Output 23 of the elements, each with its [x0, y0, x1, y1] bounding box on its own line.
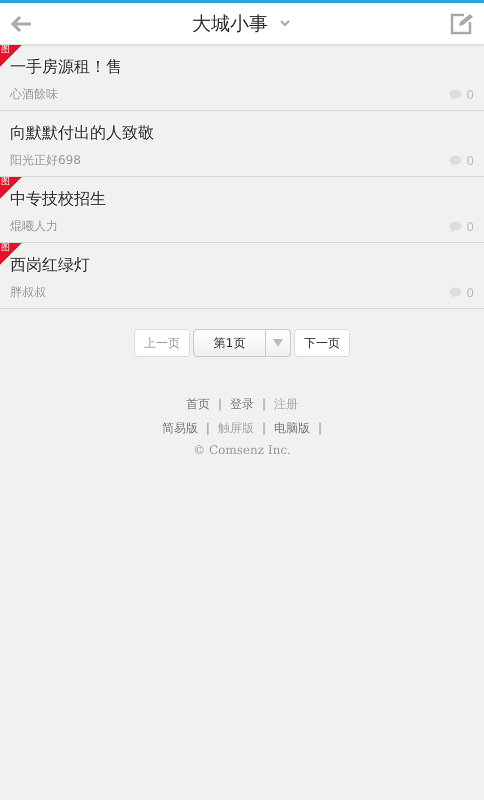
thread-author: 胖叔叔 [10, 284, 46, 301]
thread-author: 焜曦人力 [10, 218, 58, 235]
separator: | [262, 396, 266, 413]
thread-author: 心酒餘味 [10, 86, 58, 103]
separator: | [262, 420, 266, 437]
dropdown-icon [273, 339, 283, 347]
footer-link[interactable]: 简易版 [162, 419, 198, 437]
footer-link[interactable]: 首页 [186, 395, 210, 413]
page-select[interactable]: 第1页 [193, 329, 291, 357]
copyright-text: © Comsenz Inc. [193, 443, 291, 457]
footer-link[interactable]: 电脑版 [274, 419, 310, 437]
footer-link[interactable]: 登录 [230, 395, 254, 413]
compose-icon[interactable] [450, 12, 474, 34]
separator: | [218, 396, 222, 413]
separator: | [318, 420, 322, 437]
thread-author: 阳光正好698 [10, 152, 81, 169]
thread-title: 一手房源租！售 [10, 57, 123, 78]
thread-title: 向默默付出的人致敬 [10, 123, 155, 144]
forum-title[interactable]: 大城小事 [192, 10, 268, 36]
back-arrow-icon[interactable] [10, 14, 32, 32]
next-page-button[interactable]: 下一页 [294, 329, 350, 357]
separator: | [206, 420, 210, 437]
chevron-down-icon[interactable] [280, 20, 290, 27]
